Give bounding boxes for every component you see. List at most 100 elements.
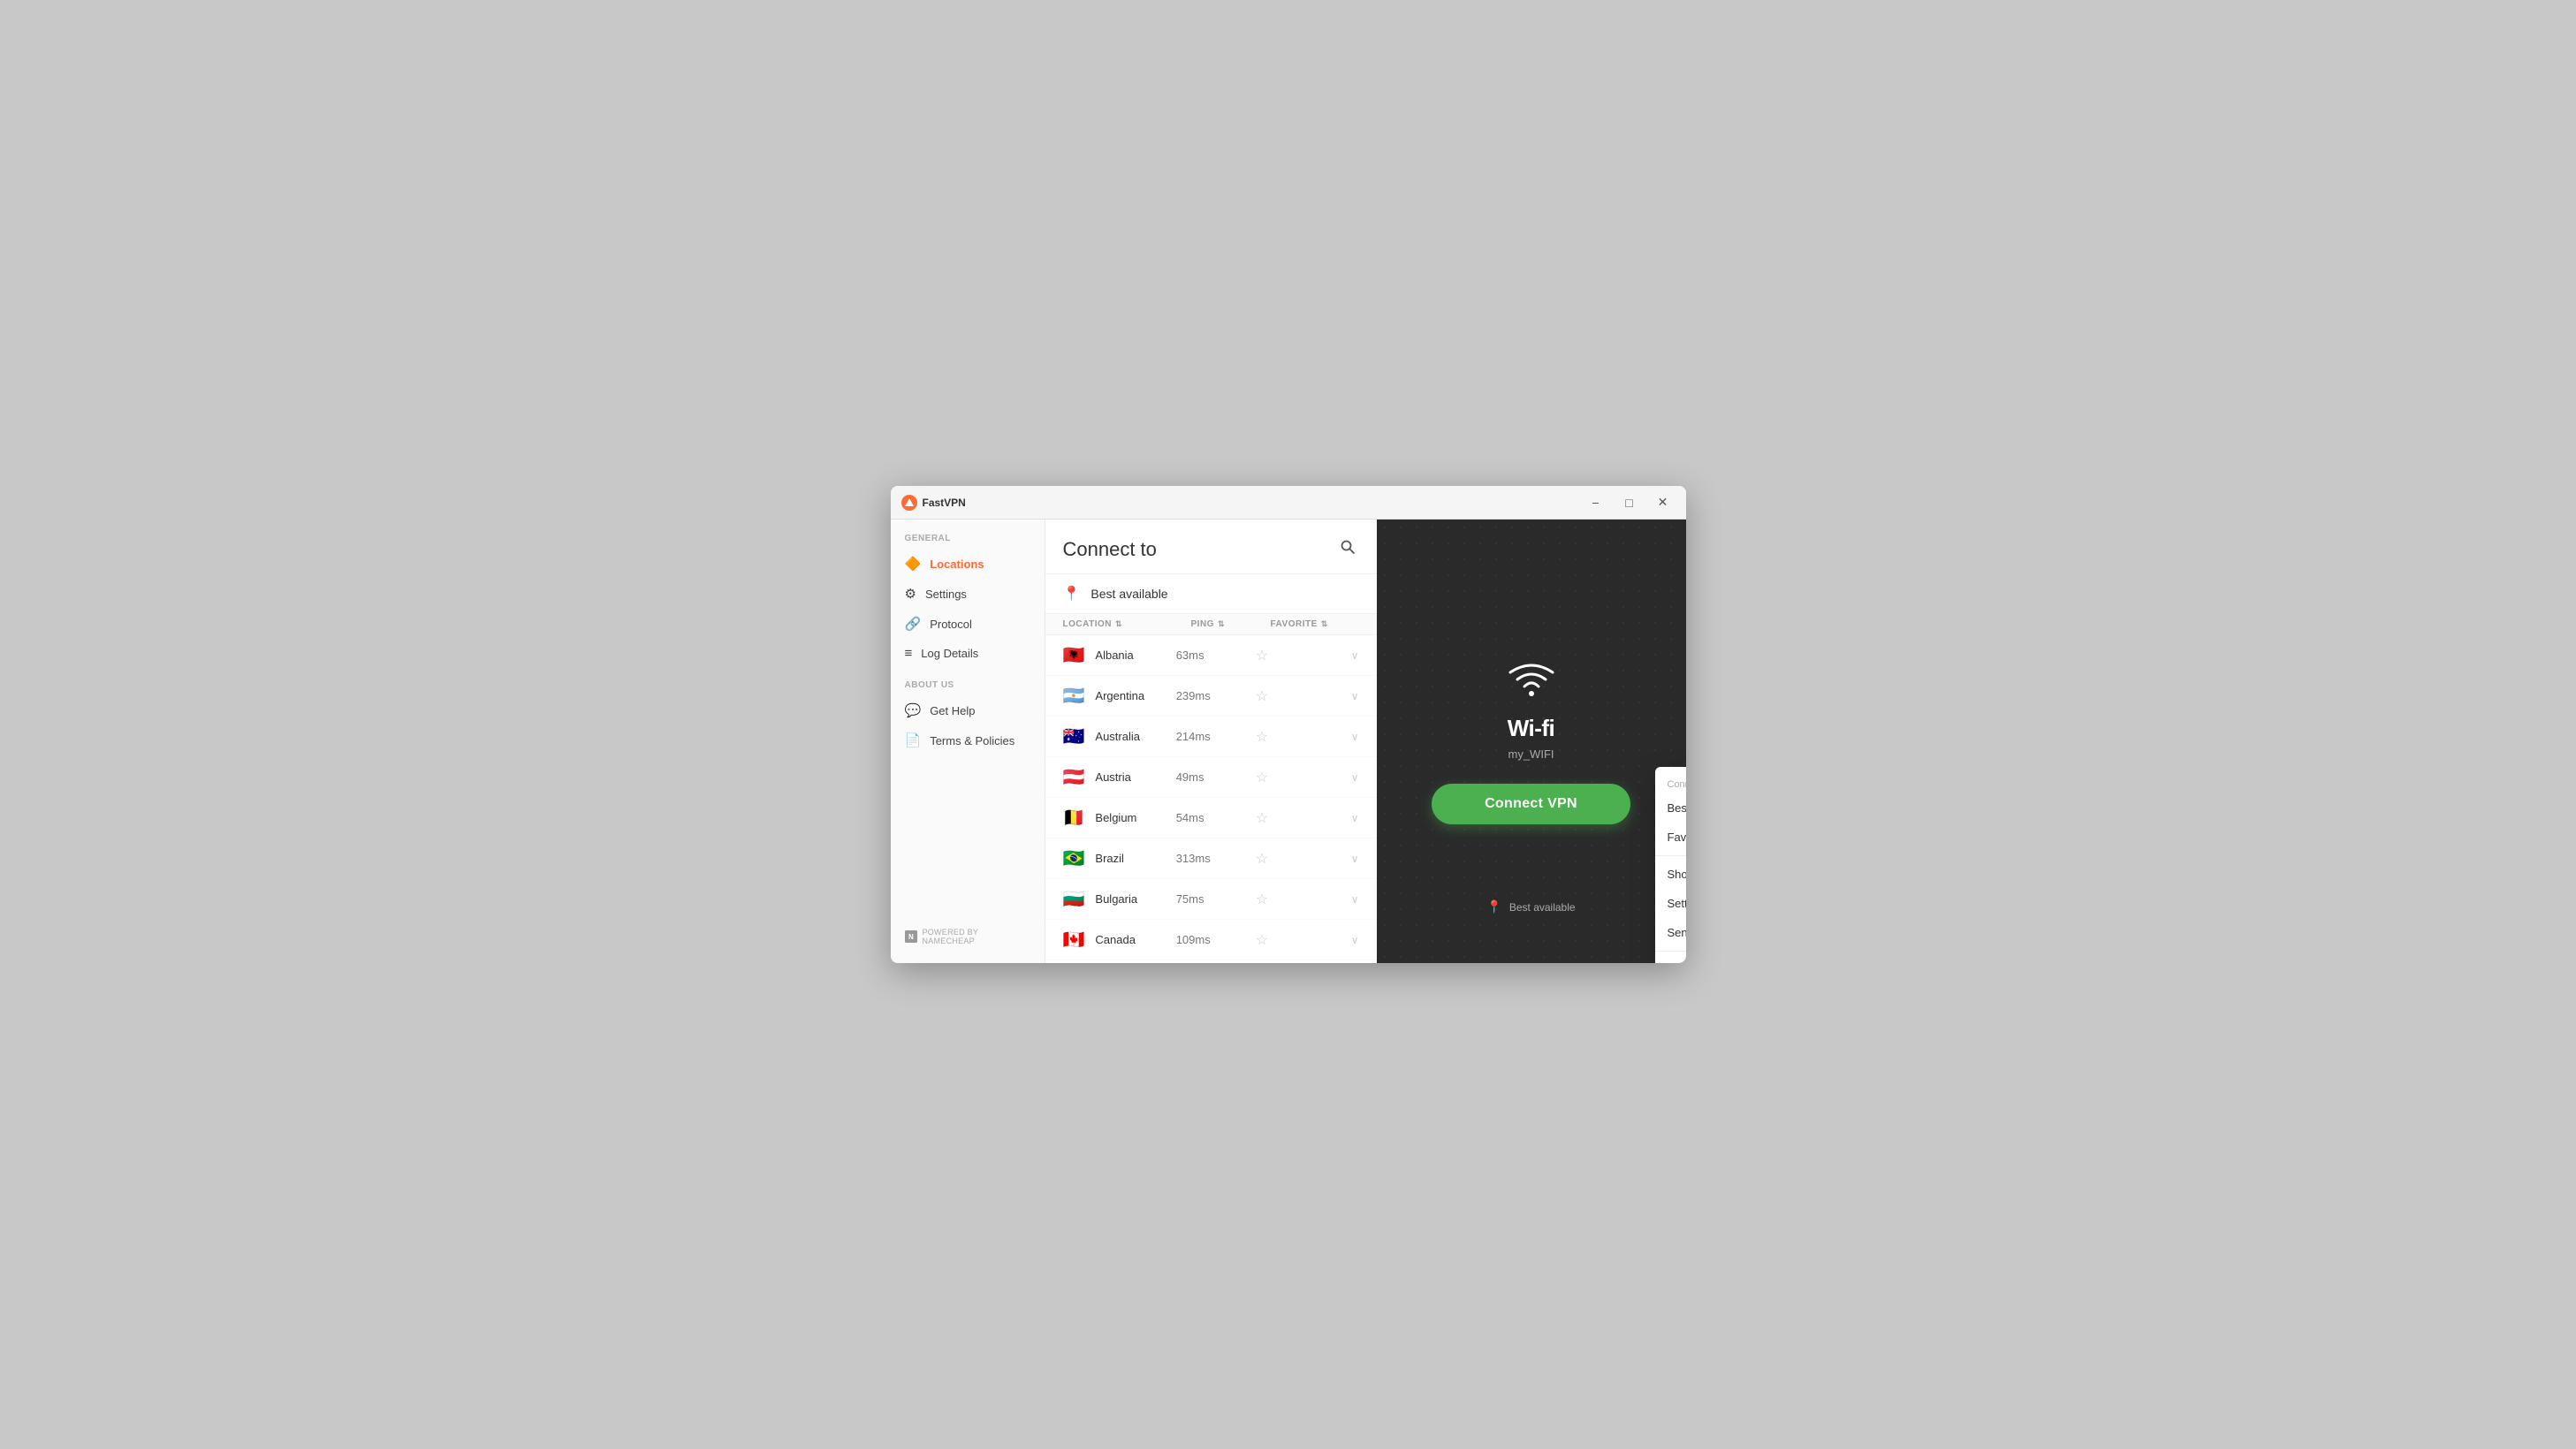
country-row-1[interactable]: 🇦🇷 Argentina 239ms ☆ ∨ [1045,676,1377,717]
ctx-best-available[interactable]: Best Available [1655,793,1686,823]
country-row-8[interactable]: 🇨🇱 Chile 326ms ☆ ∨ [1045,960,1377,963]
star-icon-6[interactable]: ☆ [1256,891,1268,908]
star-btn-6[interactable]: ☆ [1256,891,1344,908]
pin-icon: 📍 [1063,585,1081,603]
sort-arrow-ping[interactable]: ⇅ [1218,619,1225,629]
terms-icon: 📄 [905,732,922,748]
star-icon-7[interactable]: ☆ [1256,931,1268,949]
network-name: my_WIFI [1508,747,1554,761]
minimize-button[interactable]: − [1584,490,1608,515]
ctx-favourite[interactable]: Favourite › [1655,823,1686,852]
ctx-best-available-label: Best Available [1668,801,1686,815]
star-btn-5[interactable]: ☆ [1256,850,1344,868]
star-btn-3[interactable]: ☆ [1256,769,1344,786]
sidebar-item-log-details[interactable]: ≡ Log Details [891,639,1045,668]
country-name-7: Canada [1095,933,1175,946]
search-button[interactable] [1336,535,1359,563]
sidebar-item-protocol[interactable]: 🔗 Protocol [891,609,1045,639]
star-icon-5[interactable]: ☆ [1256,850,1268,868]
expand-btn-2[interactable]: ∨ [1351,731,1359,743]
sidebar-item-settings[interactable]: ⚙ Settings [891,579,1045,609]
locations-icon: 🔶 [905,556,922,572]
sidebar-item-locations[interactable]: 🔶 Locations [891,549,1045,579]
connect-vpn-button[interactable]: Connect VPN [1432,784,1630,824]
col-ping: PING ⇅ [1191,619,1271,629]
context-menu: Connect to: Best Available Favourite › S… [1655,767,1686,963]
star-icon-2[interactable]: ☆ [1256,728,1268,746]
star-btn-4[interactable]: ☆ [1256,809,1344,827]
close-button[interactable]: ✕ [1651,490,1676,515]
flag-1: 🇦🇷 [1063,685,1085,707]
expand-btn-1[interactable]: ∨ [1351,690,1359,702]
app-body: GENERAL 🔶 Locations ⚙ Settings 🔗 Protoco… [891,520,1686,963]
logo-icon [901,495,917,511]
sort-arrow-location[interactable]: ⇅ [1115,619,1122,629]
star-icon-1[interactable]: ☆ [1256,687,1268,705]
protocol-icon: 🔗 [905,616,922,632]
star-icon-4[interactable]: ☆ [1256,809,1268,827]
country-row-2[interactable]: 🇦🇺 Australia 214ms ☆ ∨ [1045,717,1377,757]
ctx-show-fastvpn[interactable]: Show FastVPN [1655,860,1686,889]
star-icon-3[interactable]: ☆ [1256,769,1268,786]
ping-6: 75ms [1176,892,1256,906]
country-row-3[interactable]: 🇦🇹 Austria 49ms ☆ ∨ [1045,757,1377,798]
sidebar-footer: N POWERED BY NAMECHEAP [891,919,1045,954]
sidebar-item-terms-label: Terms & Policies [930,734,1014,747]
ctx-send-feedback[interactable]: Send Feedback [1655,918,1686,947]
window-controls: − □ ✕ [1584,490,1676,515]
country-name-4: Belgium [1095,811,1175,824]
ping-7: 109ms [1176,933,1256,946]
maximize-button[interactable]: □ [1617,490,1642,515]
country-row-0[interactable]: 🇦🇱 Albania 63ms ☆ ∨ [1045,635,1377,676]
settings-icon: ⚙ [905,586,916,602]
expand-btn-5[interactable]: ∨ [1351,853,1359,865]
expand-btn-3[interactable]: ∨ [1351,771,1359,784]
country-name-1: Argentina [1095,689,1175,702]
ctx-help[interactable]: Help › [1655,955,1686,963]
ctx-settings[interactable]: Settings [1655,889,1686,918]
star-btn-2[interactable]: ☆ [1256,728,1344,746]
star-btn-0[interactable]: ☆ [1256,647,1344,664]
sidebar-general-label: GENERAL [891,534,1045,549]
best-available-mini: 📍 Best available [1486,899,1575,914]
country-list: 🇦🇱 Albania 63ms ☆ ∨ 🇦🇷 Argentina 239ms ☆… [1045,635,1377,963]
sidebar-item-log-label: Log Details [921,647,978,660]
country-name-6: Bulgaria [1095,892,1175,906]
country-row-6[interactable]: 🇧🇬 Bulgaria 75ms ☆ ∨ [1045,879,1377,920]
star-btn-1[interactable]: ☆ [1256,687,1344,705]
table-header: LOCATION ⇅ PING ⇅ FAVORITE ⇅ [1045,614,1377,635]
country-name-2: Australia [1095,730,1175,743]
app-title: FastVPN [923,497,966,509]
star-icon-0[interactable]: ☆ [1256,647,1268,664]
ctx-divider-1 [1655,855,1686,856]
country-row-5[interactable]: 🇧🇷 Brazil 313ms ☆ ∨ [1045,838,1377,879]
star-btn-7[interactable]: ☆ [1256,931,1344,949]
best-available-row[interactable]: 📍 Best available [1045,574,1377,614]
ping-2: 214ms [1176,730,1256,743]
country-name-5: Brazil [1095,852,1175,865]
country-name-0: Albania [1095,649,1175,662]
sort-arrow-favorite[interactable]: ⇅ [1321,619,1328,629]
ctx-divider-2 [1655,951,1686,952]
sidebar-item-settings-label: Settings [925,588,967,601]
expand-btn-7[interactable]: ∨ [1351,934,1359,946]
expand-btn-4[interactable]: ∨ [1351,812,1359,824]
app-logo: FastVPN [901,495,966,511]
flag-0: 🇦🇱 [1063,644,1085,666]
flag-2: 🇦🇺 [1063,725,1085,747]
network-type: Wi-fi [1508,715,1555,742]
sidebar-item-get-help[interactable]: 💬 Get Help [891,695,1045,725]
ctx-favourite-label: Favourite [1668,831,1686,844]
sidebar-about-label: ABOUT US [891,680,1045,695]
mini-pin-icon: 📍 [1486,899,1501,914]
expand-btn-6[interactable]: ∨ [1351,893,1359,906]
ctx-show-label: Show FastVPN [1668,868,1686,881]
sidebar-item-help-label: Get Help [930,704,975,717]
app-window: FastVPN − □ ✕ GENERAL 🔶 Locations ⚙ Sett… [891,486,1686,963]
country-name-3: Austria [1095,770,1175,784]
country-row-7[interactable]: 🇨🇦 Canada 109ms ☆ ∨ [1045,920,1377,960]
sidebar-item-terms[interactable]: 📄 Terms & Policies [891,725,1045,755]
right-content: Wi-fi my_WIFI Connect VPN [1432,658,1630,824]
expand-btn-0[interactable]: ∨ [1351,649,1359,662]
country-row-4[interactable]: 🇧🇪 Belgium 54ms ☆ ∨ [1045,798,1377,838]
